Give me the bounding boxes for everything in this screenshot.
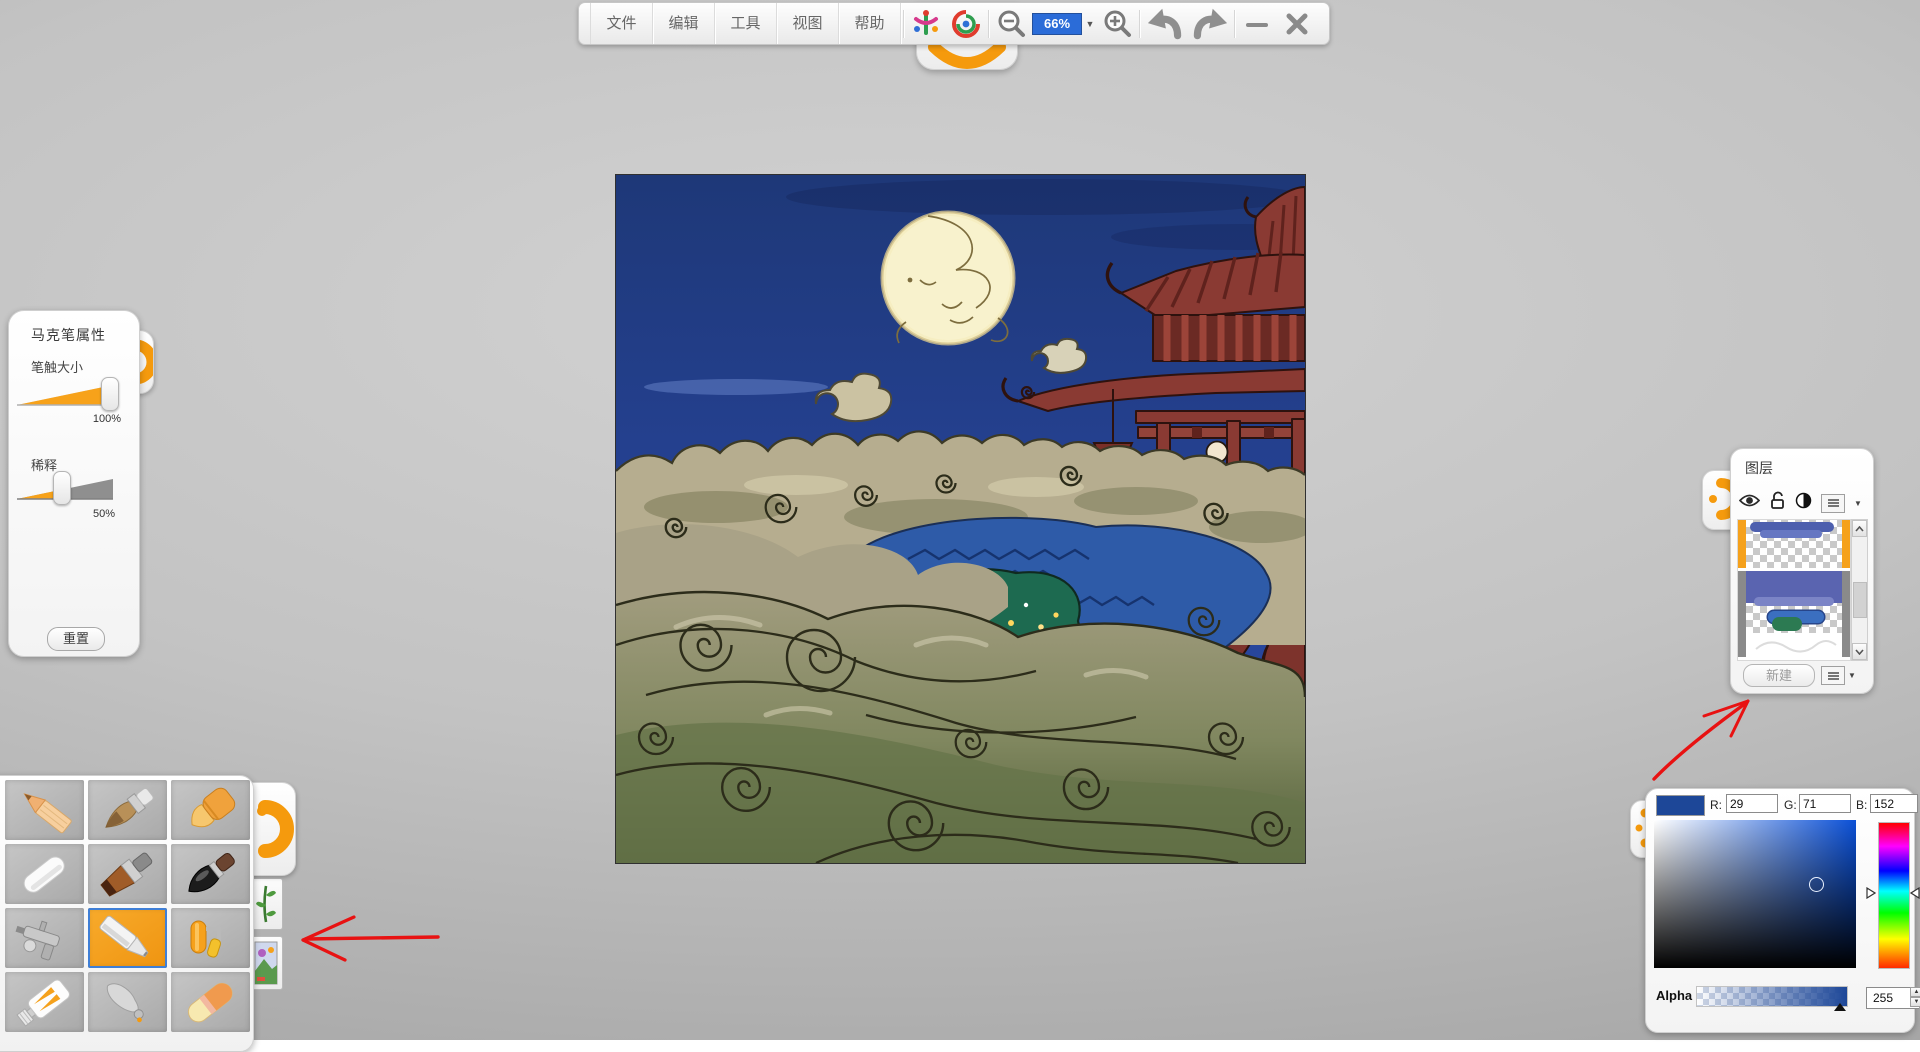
hue-slider[interactable] [1878,822,1910,969]
main-toolbar: 文件 编辑 工具 视图 帮助 [578,2,1330,45]
menu-edit[interactable]: 编辑 [653,3,715,44]
app-swirl-icon[interactable] [946,3,986,44]
scroll-up-icon[interactable] [1852,520,1867,537]
zoom-level-field[interactable]: 66% [1032,13,1082,35]
tool-eraser[interactable] [171,972,250,1032]
dilution-value: 50% [93,508,115,520]
reset-button[interactable]: 重置 [47,627,105,651]
layer-list[interactable] [1737,519,1851,661]
close-icon[interactable] [1277,3,1317,44]
redo-icon[interactable] [1187,3,1232,44]
layer-thumbnail [1746,520,1842,568]
layer-bar [1738,571,1746,657]
layer-thumbnail [1746,571,1842,657]
tool-flat-brush[interactable] [88,844,167,904]
blue-label: B: [1856,798,1867,812]
brush-size-slider-handle[interactable] [101,377,119,411]
layer-selected-bar [1842,520,1850,568]
tool-paint-tube[interactable] [5,972,84,1032]
green-label: G: [1784,798,1797,812]
zoom-in-icon[interactable] [1097,3,1137,44]
tool-pencil[interactable] [5,780,84,840]
drawing-canvas[interactable] [615,174,1306,864]
alpha-spinner: ▲ ▼ [1910,987,1920,1007]
minimize-icon[interactable] [1237,3,1277,44]
layer-selected-bar [1738,520,1746,568]
red-value-input[interactable] [1726,794,1778,813]
layers-panel: 图层 ▼ [1730,448,1874,694]
undo-icon[interactable] [1142,3,1187,44]
alpha-spin-up-icon[interactable]: ▲ [1910,987,1920,997]
tool-palette-panel [0,775,254,1052]
menu-view[interactable]: 视图 [777,3,839,44]
canvas-artwork [616,175,1305,863]
zoom-out-icon[interactable] [991,3,1031,44]
layer-menu-icon[interactable] [1821,494,1845,513]
layer-item-selected[interactable] [1738,520,1850,568]
scroll-down-icon[interactable] [1852,643,1867,660]
dilution-slider-handle[interactable] [53,471,71,505]
green-value-input[interactable] [1799,794,1851,813]
zoom-dropdown-caret[interactable]: ▼ [1083,14,1097,34]
mascot-tab-icon [247,783,295,875]
tool-blender[interactable] [88,972,167,1032]
new-layer-button[interactable]: 新建 [1743,664,1815,687]
tool-airbrush[interactable] [5,908,84,968]
layer-bar [1842,571,1850,657]
alpha-slider-marker[interactable] [1834,1003,1846,1011]
saturation-value-picker[interactable] [1654,820,1856,968]
tool-chalk[interactable] [5,844,84,904]
texture-image-icon [254,941,278,985]
desktop-background: 文件 编辑 工具 视图 帮助 [0,0,1920,1040]
layer-menu-caret[interactable]: ▼ [1854,499,1862,508]
red-label: R: [1710,798,1722,812]
hue-marker-left[interactable] [1866,887,1876,899]
unlock-icon[interactable] [1769,491,1786,515]
blue-value-input[interactable] [1870,794,1918,813]
menu-tools[interactable]: 工具 [715,3,777,44]
arrow-to-tool-palette [306,937,438,939]
menu-file[interactable]: 文件 [590,3,653,44]
brush-size-label: 笔触大小 [31,357,83,376]
layer-list-menu-caret[interactable]: ▼ [1848,671,1856,680]
alpha-slider[interactable] [1696,986,1848,1007]
hue-marker-right[interactable] [1910,887,1920,899]
scrollbar-thumb[interactable] [1853,582,1867,618]
tool-grid [5,780,250,1032]
tool-pointed-brush[interactable] [88,780,167,840]
marker-properties-panel: 马克笔属性 笔触大小 100% 稀释 50% 重置 [8,310,140,657]
toolbar-separator [1139,10,1140,38]
arrow-to-new-layer-button [1654,703,1746,779]
current-color-swatch [1656,795,1705,816]
layer-list-scrollbar[interactable] [1851,519,1868,661]
menu-help[interactable]: 帮助 [839,3,901,44]
tool-ink-brush[interactable] [171,844,250,904]
toolbar-separator [903,10,904,38]
visibility-eye-icon[interactable] [1739,493,1760,513]
dilution-label: 稀释 [31,455,57,474]
tool-crayon[interactable] [171,780,250,840]
brush-size-value: 100% [93,413,121,425]
marker-panel-title: 马克笔属性 [31,325,106,345]
layers-panel-title: 图层 [1745,458,1773,478]
layer-controls: ▼ [1739,491,1862,515]
layer-item[interactable] [1738,571,1850,657]
toolbar-separator [988,10,989,38]
tool-marker[interactable] [88,908,167,968]
color-picker-panel: R: G: B: Alpha ▲ ▼ [1645,788,1915,1033]
app-figure-icon[interactable] [906,3,946,44]
toolbar-separator [1234,10,1235,38]
bamboo-icon [255,883,277,925]
layer-list-menu-icon[interactable] [1821,666,1845,685]
contrast-icon[interactable] [1795,492,1812,514]
alpha-spin-down-icon[interactable]: ▼ [1910,997,1920,1007]
tool-paint-roller[interactable] [171,908,250,968]
color-cursor[interactable] [1809,877,1824,892]
alpha-label: Alpha [1656,988,1692,1003]
